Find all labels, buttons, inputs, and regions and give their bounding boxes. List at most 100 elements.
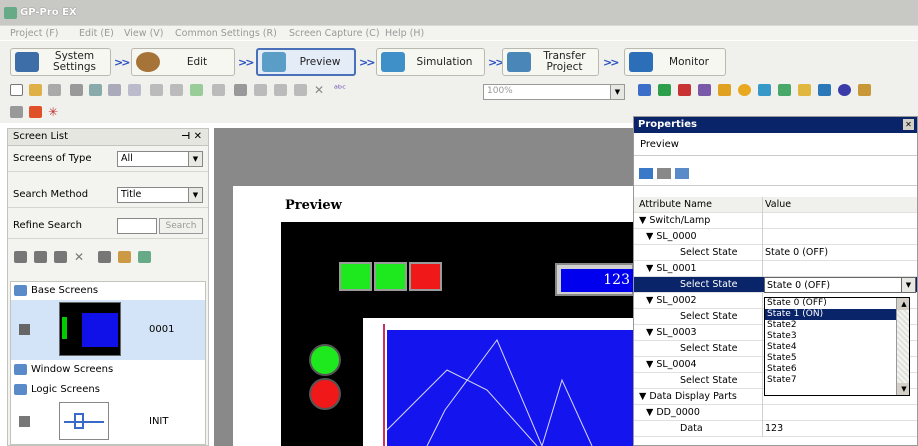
thumbnail-view-icon[interactable]	[118, 251, 131, 263]
window-screens-group[interactable]: Window Screens	[11, 360, 205, 380]
save-icon[interactable]	[48, 84, 61, 96]
screens-of-type-select[interactable]: All ▼	[117, 151, 203, 167]
receive-icon[interactable]	[658, 84, 671, 96]
simulation-button[interactable]: Simulation	[376, 48, 485, 76]
option-state-3[interactable]: State3	[765, 331, 909, 342]
open-screen-icon[interactable]	[128, 84, 141, 96]
property-row[interactable]: Data 123	[634, 421, 917, 437]
property-row[interactable]: ▼ SL_0000	[634, 229, 917, 245]
compare-icon[interactable]	[678, 84, 691, 96]
alarm-icon[interactable]	[738, 84, 751, 96]
edit-tool-icon[interactable]	[10, 106, 23, 118]
check-icon[interactable]	[190, 84, 203, 96]
menu-edit[interactable]: Edit (E)	[79, 28, 114, 39]
edit-button[interactable]: Edit	[131, 48, 235, 76]
key-icon[interactable]	[718, 84, 731, 96]
option-state-1-highlighted[interactable]: State 1 (ON)	[765, 309, 909, 320]
address-icon[interactable]	[29, 106, 42, 118]
option-state-2[interactable]: State2	[765, 320, 909, 331]
text-table-icon[interactable]	[818, 84, 831, 96]
chevron-down-icon[interactable]: ▼	[897, 383, 909, 395]
base-screens-group[interactable]: Base Screens	[11, 282, 205, 300]
search-method-select[interactable]: Title ▼	[117, 187, 203, 203]
logic-screens-label: Logic Screens	[31, 384, 100, 395]
menu-screen-capture[interactable]: Screen Capture (C)	[289, 28, 380, 39]
lamp-sl-0003[interactable]	[309, 344, 341, 376]
new-screen-icon[interactable]	[108, 84, 121, 96]
property-row-selected[interactable]: Select State State 0 (OFF) ▼	[634, 277, 917, 293]
option-state-5[interactable]: State5	[765, 353, 909, 364]
system-settings-icon	[15, 52, 39, 72]
recipe-icon[interactable]	[778, 84, 791, 96]
transfer-project-button[interactable]: Transfer Project	[502, 48, 599, 76]
option-state-4[interactable]: State4	[765, 342, 909, 353]
logic-item-init[interactable]: INIT	[11, 400, 205, 444]
lamp-switch-sl-0001[interactable]	[374, 262, 407, 291]
new-screen-icon[interactable]	[14, 251, 27, 263]
screens-of-type-label: Screens of Type	[13, 153, 92, 164]
print-preview-icon[interactable]	[89, 84, 102, 96]
select-state-combo[interactable]: State 0 (OFF) ▼	[764, 277, 916, 293]
print-icon[interactable]	[70, 84, 83, 96]
divider	[634, 185, 917, 186]
menu-help[interactable]: Help (H)	[385, 28, 424, 39]
property-row[interactable]: ▼ Switch/Lamp	[634, 213, 917, 229]
property-row[interactable]: ▼ SL_0001	[634, 261, 917, 277]
option-state-0[interactable]: State 0 (OFF)	[765, 298, 909, 309]
database-icon[interactable]	[858, 84, 871, 96]
system-settings-button[interactable]: System Settings	[10, 48, 111, 76]
cross-reference-icon[interactable]: ✳	[48, 106, 61, 118]
refine-search-input[interactable]	[117, 218, 157, 234]
grid-icon[interactable]	[698, 84, 711, 96]
cut-icon[interactable]	[234, 84, 247, 96]
menu-view[interactable]: View (V)	[124, 28, 163, 39]
new-file-icon[interactable]	[10, 84, 23, 96]
sort-icon[interactable]	[138, 251, 151, 263]
transfer-icon[interactable]	[638, 84, 651, 96]
script-icon[interactable]	[758, 84, 771, 96]
sort-alpha-icon[interactable]	[657, 168, 671, 179]
lamp-switch-sl-0000[interactable]	[339, 262, 372, 291]
sound-icon[interactable]	[798, 84, 811, 96]
screen-close-icon[interactable]	[170, 84, 183, 96]
graph-lines	[387, 339, 593, 446]
search-button[interactable]: Search	[159, 218, 203, 234]
chevron-down-icon[interactable]: ▼	[901, 278, 915, 292]
delete-icon[interactable]: ✕	[314, 84, 327, 96]
screen-list-header: Screen List ⊣ ✕	[8, 129, 208, 146]
screen-item-0001[interactable]: 0001	[11, 300, 205, 360]
spell-check-icon[interactable]: ᵃᵇᶜ	[334, 84, 347, 96]
property-row[interactable]: Select State State 0 (OFF)	[634, 245, 917, 261]
chevron-down-icon[interactable]: ▼	[188, 152, 202, 166]
chevron-down-icon[interactable]: ▼	[610, 85, 624, 99]
screen-icon[interactable]	[150, 84, 163, 96]
chevron-up-icon[interactable]: ▲	[897, 298, 909, 310]
expand-icon[interactable]	[675, 168, 689, 179]
pin-close-icon[interactable]: ⊣ ✕	[181, 131, 202, 142]
pointer-icon[interactable]	[212, 84, 225, 96]
chevron-down-icon[interactable]: ▼	[188, 188, 202, 202]
lamp-sl-0004[interactable]	[309, 378, 341, 410]
option-state-6[interactable]: State6	[765, 364, 909, 375]
logic-screens-group[interactable]: Logic Screens	[11, 380, 205, 400]
disc-icon[interactable]	[838, 84, 851, 96]
dropdown-scrollbar[interactable]: ▲ ▼	[896, 298, 909, 395]
menu-common-settings[interactable]: Common Settings (R)	[175, 28, 277, 39]
preview-button[interactable]: Preview	[256, 48, 356, 76]
option-state-7[interactable]: State7	[765, 375, 909, 386]
property-row[interactable]: ▼ DD_0000	[634, 405, 917, 421]
zoom-select[interactable]: 100% ▼	[483, 84, 625, 100]
open-folder-icon[interactable]	[29, 84, 42, 96]
menu-project[interactable]: Project (F)	[10, 28, 58, 39]
paste-screen-icon[interactable]	[54, 251, 67, 263]
paste-icon[interactable]	[274, 84, 287, 96]
copy-icon[interactable]	[254, 84, 267, 96]
copy-screen-icon[interactable]	[34, 251, 47, 263]
list-view-icon[interactable]	[98, 251, 111, 263]
close-icon[interactable]: ✕	[903, 119, 914, 130]
lamp-switch-sl-0002[interactable]	[409, 262, 442, 291]
sort-category-icon[interactable]	[639, 168, 653, 179]
duplicate-icon[interactable]	[294, 84, 307, 96]
delete-screen-icon[interactable]: ✕	[74, 251, 87, 263]
monitor-button[interactable]: Monitor	[624, 48, 726, 76]
